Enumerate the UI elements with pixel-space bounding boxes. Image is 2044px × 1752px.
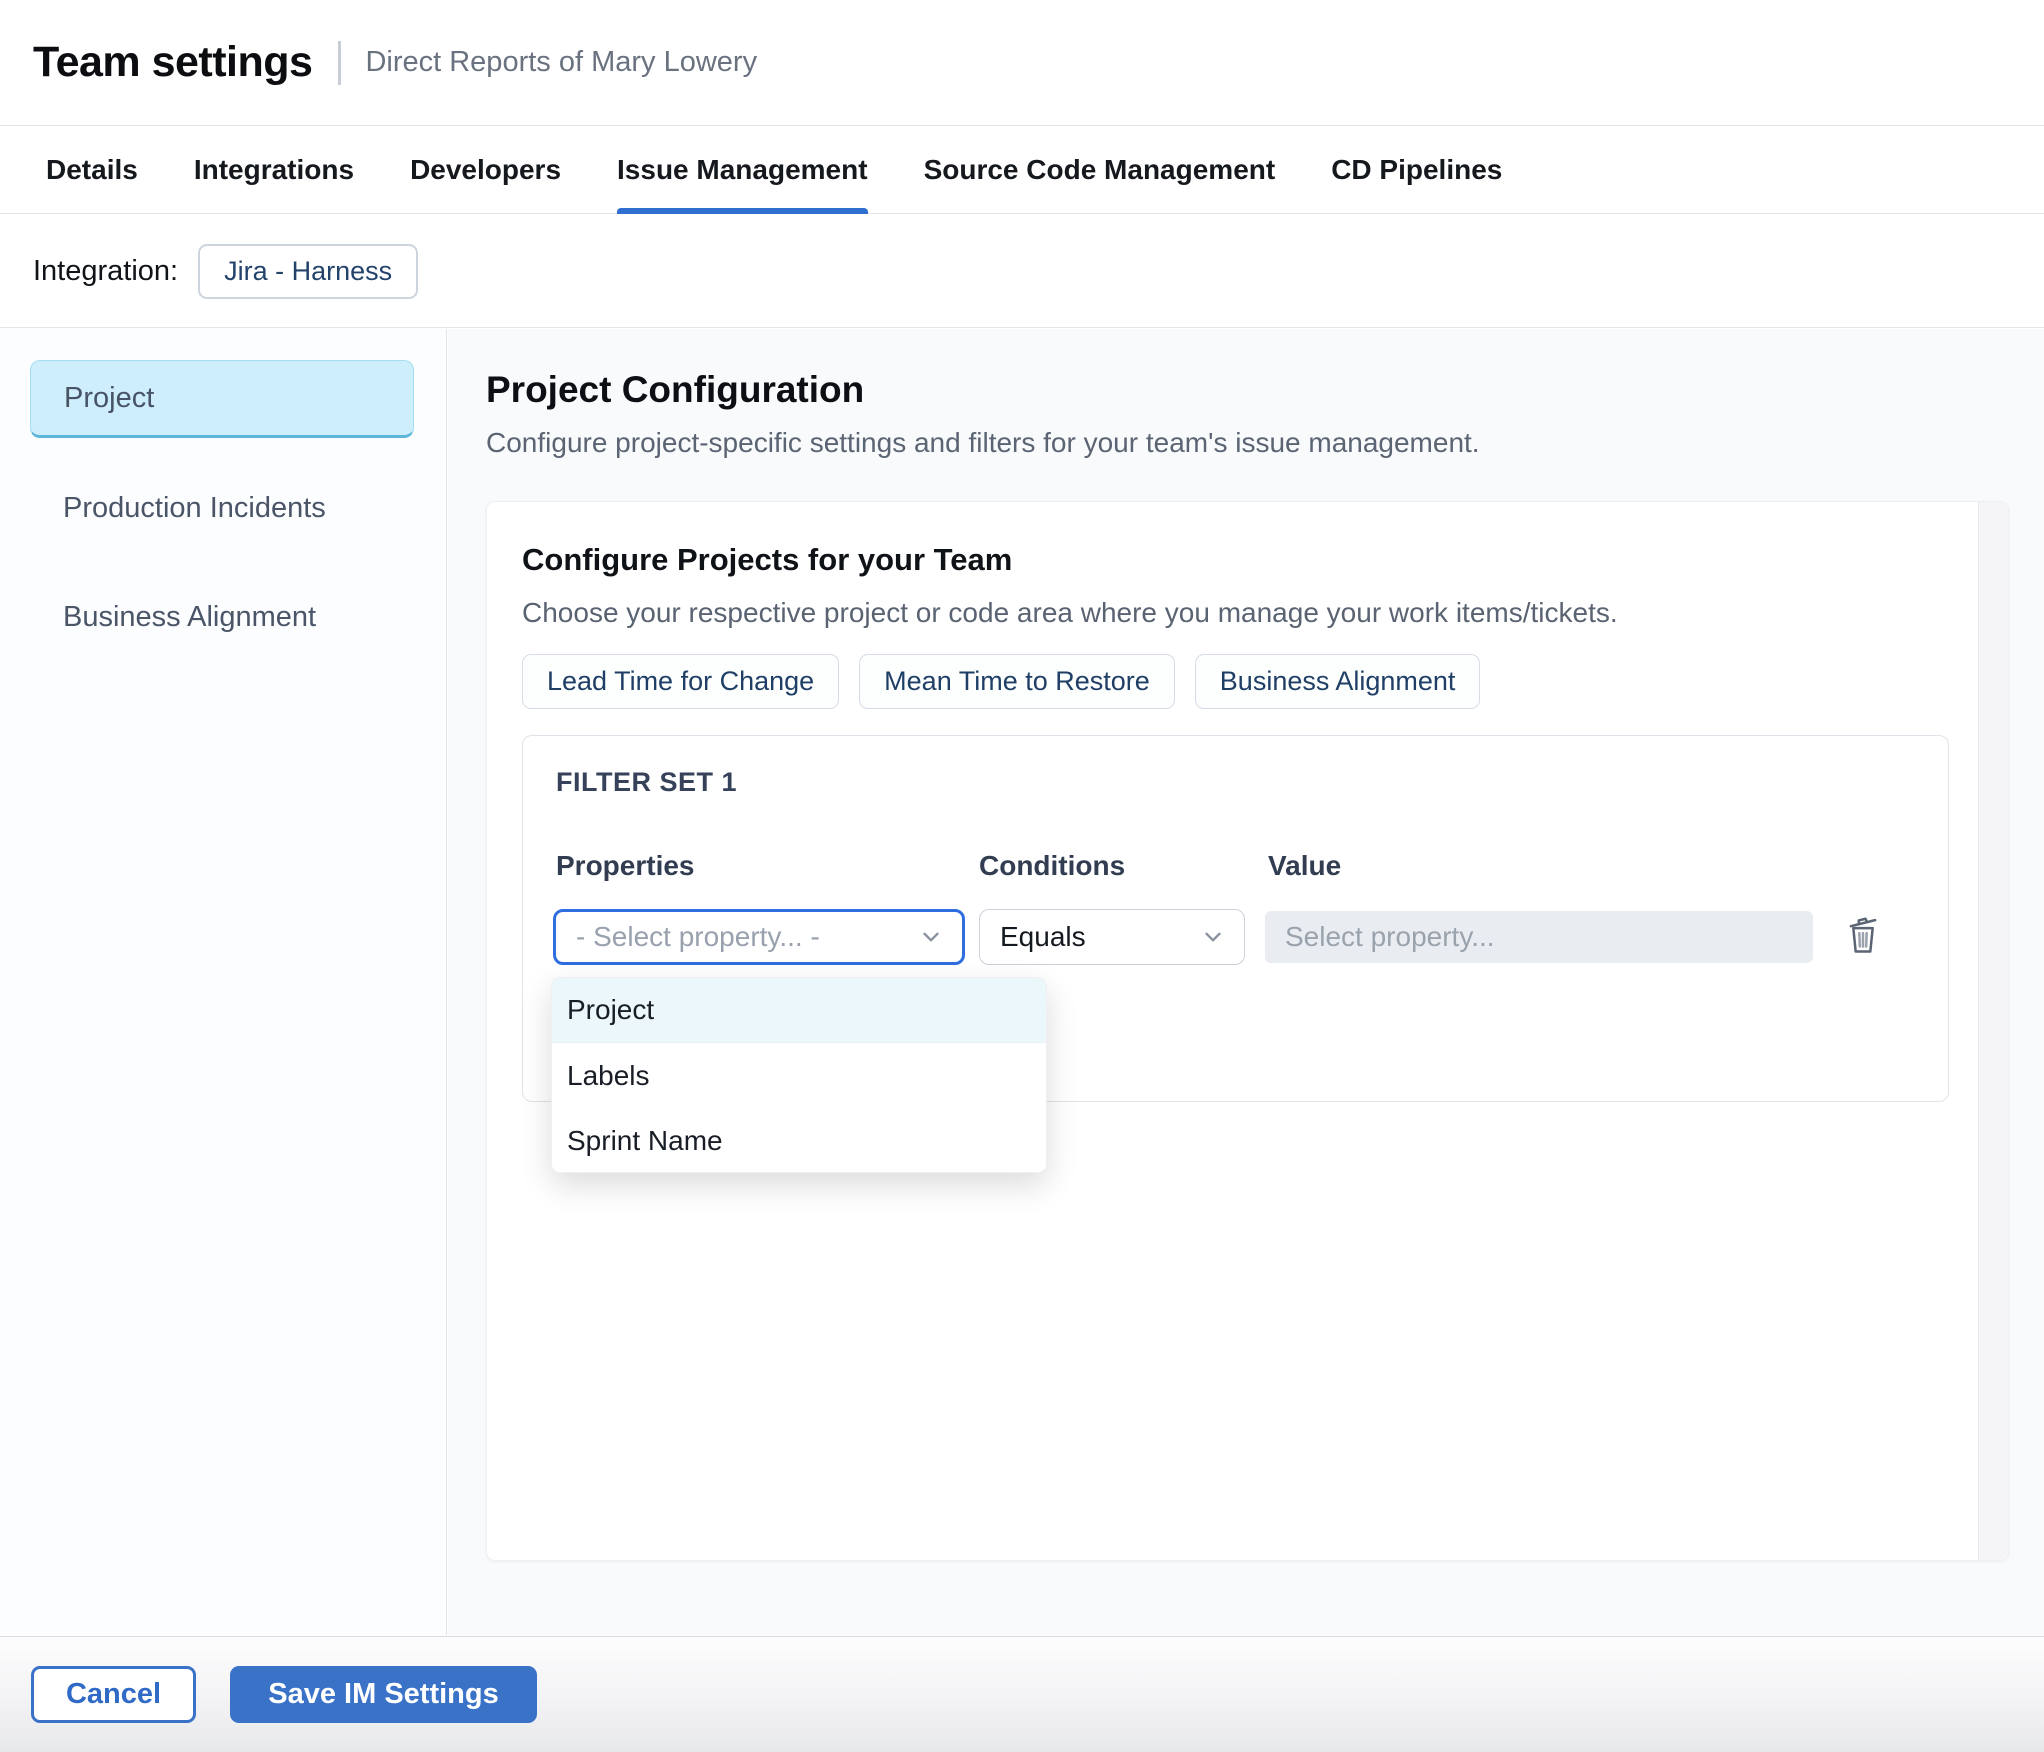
team-settings-page: Team settings Direct Reports of Mary Low… xyxy=(0,0,2044,1752)
value-input[interactable] xyxy=(1265,911,1813,963)
column-header-conditions: Conditions xyxy=(979,850,1126,881)
cancel-button[interactable]: Cancel xyxy=(31,1666,196,1723)
property-select[interactable]: - Select property... - xyxy=(553,909,965,965)
trash-icon xyxy=(1849,917,1877,953)
section-title: Project Configuration xyxy=(486,369,865,410)
chevron-down-icon xyxy=(1205,932,1221,942)
tab-cd-pipelines[interactable]: CD Pipelines xyxy=(1331,126,1502,214)
delete-filter-button[interactable] xyxy=(1833,904,1893,964)
condition-select[interactable]: Equals xyxy=(979,909,1245,965)
dropdown-option-project[interactable]: Project xyxy=(552,978,1046,1043)
card-description: Choose your respective project or code a… xyxy=(522,597,1618,628)
sidebar-item-production-incidents[interactable]: Production Incidents xyxy=(63,492,326,525)
title-divider xyxy=(338,40,342,85)
column-header-properties: Properties xyxy=(556,850,695,881)
chip-business-alignment[interactable]: Business Alignment xyxy=(1194,654,1481,709)
tab-issue-management[interactable]: Issue Management xyxy=(617,126,868,214)
chip-mean-time-to-restore[interactable]: Mean Time to Restore xyxy=(859,654,1175,709)
chevron-down-icon xyxy=(923,932,939,942)
dropdown-option-labels[interactable]: Labels xyxy=(552,1043,1046,1108)
page-title: Team settings xyxy=(33,38,313,86)
dropdown-option-sprint-name[interactable]: Sprint Name xyxy=(552,1108,1046,1172)
page-header: Team settings Direct Reports of Mary Low… xyxy=(0,0,2044,125)
tab-bar: Details Integrations Developers Issue Ma… xyxy=(0,125,2044,214)
column-header-value: Value xyxy=(1268,850,1342,881)
integration-chip[interactable]: Jira - Harness xyxy=(198,243,419,299)
integration-row: Integration: Jira - Harness xyxy=(0,215,2044,328)
filter-set-title: FILTER SET 1 xyxy=(556,767,738,797)
chip-lead-time-for-change[interactable]: Lead Time for Change xyxy=(522,654,840,709)
condition-select-value: Equals xyxy=(1000,921,1086,952)
property-select-placeholder: - Select property... - xyxy=(576,921,820,952)
card-title: Configure Projects for your Team xyxy=(522,542,1013,577)
property-dropdown-menu: Project Labels Sprint Name xyxy=(551,977,1047,1173)
footer-action-bar: Cancel Save IM Settings xyxy=(0,1636,2044,1752)
section-description: Configure project-specific settings and … xyxy=(486,427,1480,458)
save-im-settings-button[interactable]: Save IM Settings xyxy=(230,1666,537,1723)
integration-label: Integration: xyxy=(33,254,179,287)
tab-developers[interactable]: Developers xyxy=(410,126,561,214)
tab-integrations[interactable]: Integrations xyxy=(194,126,354,214)
settings-sidebar: Project Production Incidents Business Al… xyxy=(0,329,447,1635)
tab-details[interactable]: Details xyxy=(46,126,138,214)
metric-chips: Lead Time for Change Mean Time to Restor… xyxy=(522,654,1481,709)
page-subtitle: Direct Reports of Mary Lowery xyxy=(365,46,758,78)
sidebar-item-business-alignment[interactable]: Business Alignment xyxy=(63,601,316,634)
sidebar-item-project[interactable]: Project xyxy=(30,360,414,438)
card-scrollbar-track[interactable] xyxy=(1978,502,2008,1560)
tab-source-code-management[interactable]: Source Code Management xyxy=(924,126,1276,214)
